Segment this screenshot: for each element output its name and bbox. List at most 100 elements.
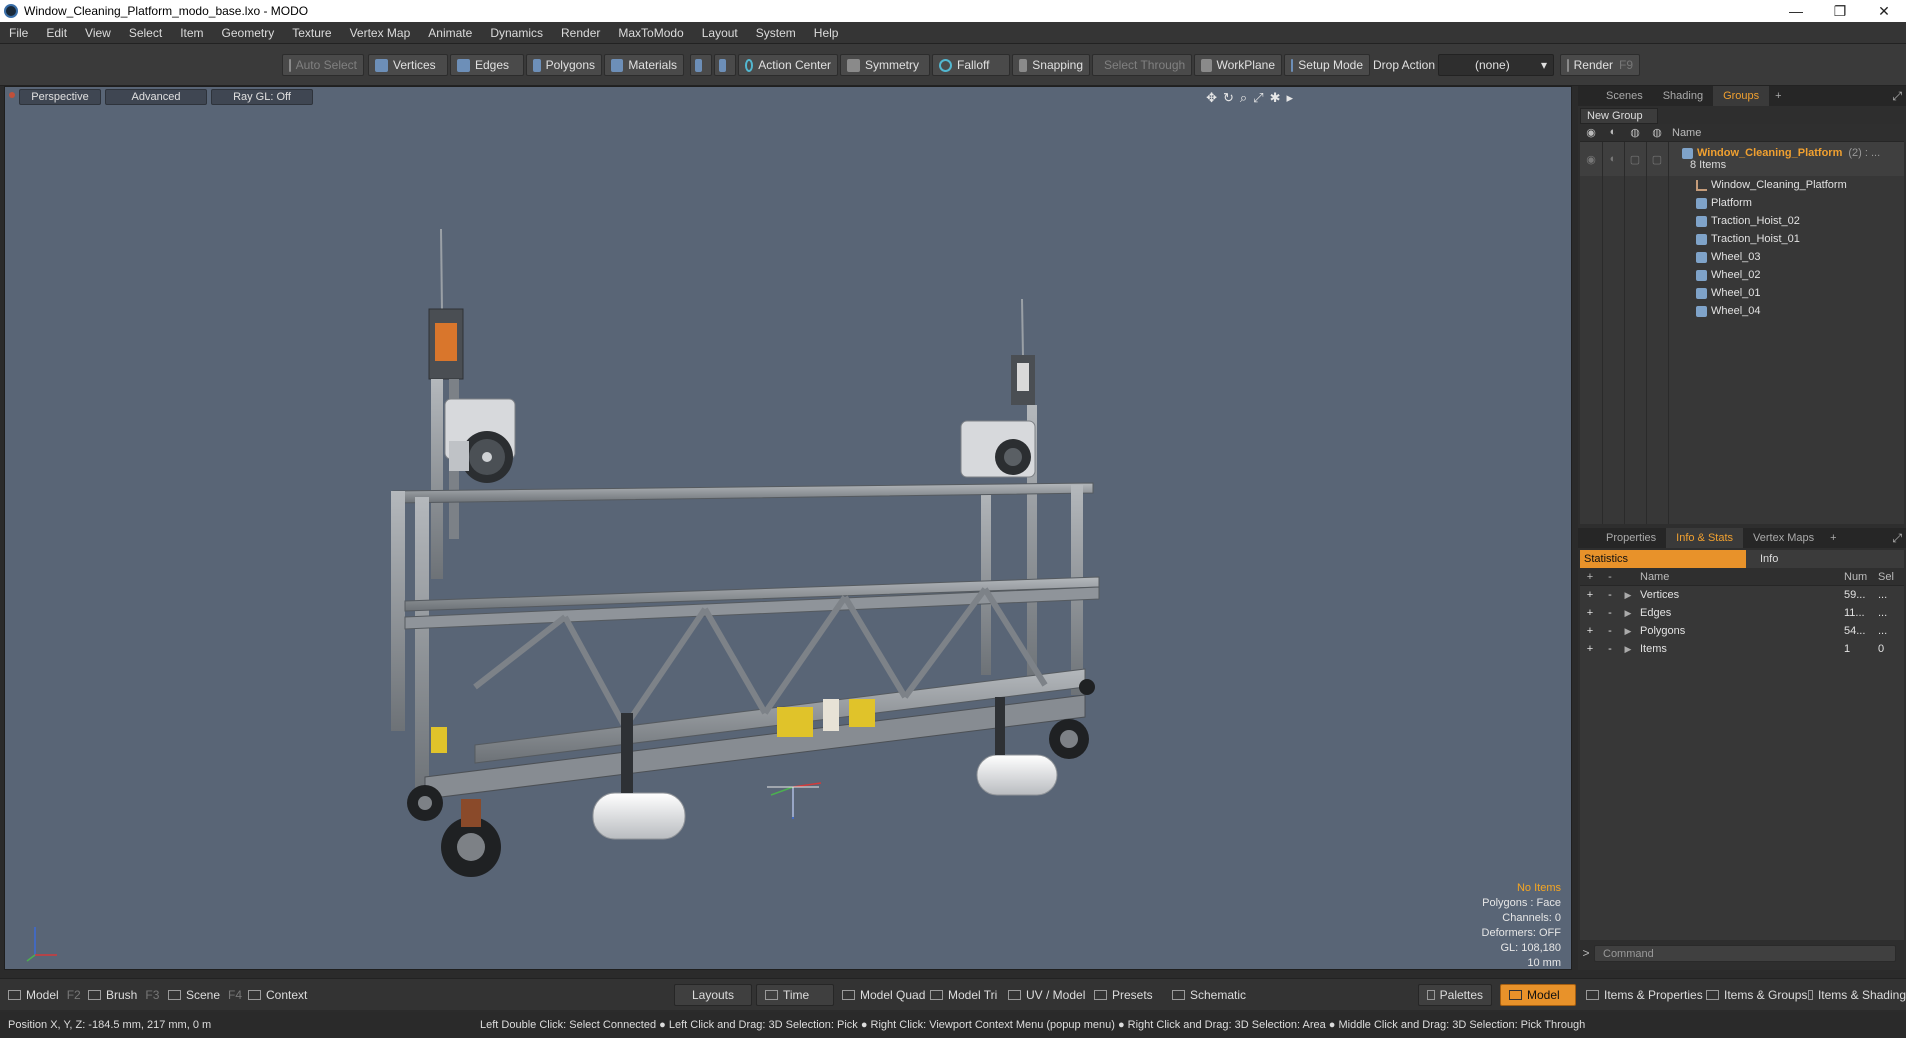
drop-action-select[interactable]: (none) ▾ — [1438, 54, 1554, 76]
command-input[interactable]: Command — [1594, 944, 1896, 962]
menu-select[interactable]: Select — [120, 22, 171, 44]
menu-system[interactable]: System — [747, 22, 805, 44]
expand-panel-icon[interactable]: ⤢ — [1892, 89, 1902, 104]
menu-file[interactable]: File — [0, 22, 37, 44]
tree-item-wheel-02[interactable]: Wheel_02 — [1580, 266, 1904, 284]
add-tab-icon[interactable]: + — [1824, 532, 1842, 544]
tab-model-active[interactable]: Model — [1500, 984, 1576, 1006]
add-icon[interactable]: + — [1580, 589, 1600, 601]
remove-icon[interactable]: - — [1600, 589, 1620, 601]
tree-item-wheel-03[interactable]: Wheel_03 — [1580, 248, 1904, 266]
workplane-button[interactable]: WorkPlane — [1194, 54, 1282, 76]
tree-item-wheel-04[interactable]: Wheel_04 — [1580, 302, 1904, 320]
render-button[interactable]: Render F9 — [1560, 54, 1640, 76]
command-bar: > Command — [1578, 942, 1906, 964]
menu-texture[interactable]: Texture — [283, 22, 340, 44]
expand-all-icon[interactable]: + — [1580, 571, 1600, 583]
tab-brush[interactable]: Brush F3 — [88, 984, 159, 1006]
add-icon[interactable]: + — [1580, 625, 1600, 637]
add-icon[interactable]: + — [1580, 607, 1600, 619]
render-visibility-icon[interactable]: ◐ — [1602, 126, 1624, 139]
setup-mode-button[interactable]: Setup Mode — [1284, 54, 1370, 76]
restore-button[interactable]: ❐ — [1818, 0, 1862, 22]
tab-model-tri[interactable]: Model Tri — [930, 984, 997, 1006]
falloff-button[interactable]: Falloff — [932, 54, 1010, 76]
tab-presets[interactable]: Presets — [1094, 984, 1153, 1006]
select-through-button[interactable]: Select Through — [1092, 54, 1192, 76]
expand-triangle-icon[interactable]: ▶ — [1620, 608, 1636, 619]
select-icon[interactable]: ◍ — [1646, 126, 1668, 139]
materials-button[interactable]: Materials — [604, 54, 684, 76]
menu-dynamics[interactable]: Dynamics — [481, 22, 552, 44]
menu-layout[interactable]: Layout — [693, 22, 747, 44]
action-center-button[interactable]: Action Center — [738, 54, 838, 76]
tab-scenes[interactable]: Scenes — [1596, 86, 1653, 106]
remove-icon[interactable]: - — [1600, 625, 1620, 637]
expand-triangle-icon[interactable]: ▶ — [1620, 644, 1636, 655]
subtab-statistics[interactable]: Statistics — [1580, 550, 1746, 568]
symmetry-button[interactable]: Symmetry — [840, 54, 930, 76]
table-row[interactable]: + - ▶ Vertices 59... ... — [1580, 586, 1904, 604]
menu-edit[interactable]: Edit — [37, 22, 76, 44]
menu-maxtomodo[interactable]: MaxToModo — [609, 22, 692, 44]
tab-groups[interactable]: Groups — [1713, 86, 1770, 106]
mouse-hint: Left Double Click: Select Connected ● Le… — [480, 1019, 1586, 1031]
menu-render[interactable]: Render — [552, 22, 609, 44]
auto-select-button[interactable]: Auto Select — [282, 54, 364, 76]
tab-uv-model[interactable]: UV / Model — [1008, 984, 1085, 1006]
tree-item-traction-hoist-02[interactable]: Traction_Hoist_02 — [1580, 212, 1904, 230]
menu-item[interactable]: Item — [171, 22, 212, 44]
expand-triangle-icon[interactable]: ▶ — [1620, 590, 1636, 601]
tab-model[interactable]: Model F2 — [8, 984, 81, 1006]
table-row[interactable]: + - ▶ Polygons 54... ... — [1580, 622, 1904, 640]
tab-scene[interactable]: Scene F4 — [168, 984, 242, 1006]
new-group-button[interactable]: New Group — [1580, 108, 1658, 124]
status-bar: Position X, Y, Z: -184.5 mm, 217 mm, 0 m… — [0, 1012, 1906, 1038]
close-button[interactable]: ✕ — [1862, 0, 1906, 22]
polygons-button[interactable]: Polygons — [526, 54, 602, 76]
tree-item-platform[interactable]: Platform — [1580, 194, 1904, 212]
snapping-button[interactable]: Snapping — [1012, 54, 1090, 76]
tab-items-shading[interactable]: Items & Shading — [1808, 984, 1906, 1006]
add-icon[interactable]: + — [1580, 643, 1600, 655]
select-mode-button-2[interactable] — [714, 54, 736, 76]
time-button[interactable]: Time — [756, 984, 834, 1006]
edges-button[interactable]: Edges — [450, 54, 524, 76]
table-row[interactable]: + - ▶ Items 1 0 — [1580, 640, 1904, 658]
menu-geometry[interactable]: Geometry — [213, 22, 284, 44]
layouts-button[interactable]: Layouts — [674, 984, 752, 1006]
menu-vertex-map[interactable]: Vertex Map — [341, 22, 420, 44]
menu-view[interactable]: View — [76, 22, 120, 44]
subtab-info[interactable]: Info — [1746, 550, 1904, 568]
tree-item-window-cleaning-platform[interactable]: Window_Cleaning_Platform — [1580, 176, 1904, 194]
add-tab-icon[interactable]: + — [1769, 90, 1787, 102]
expand-triangle-icon[interactable]: ▶ — [1620, 626, 1636, 637]
tree-item-traction-hoist-01[interactable]: Traction_Hoist_01 — [1580, 230, 1904, 248]
remove-icon[interactable]: - — [1600, 643, 1620, 655]
tab-vertex-maps[interactable]: Vertex Maps — [1743, 528, 1824, 548]
group-row[interactable]: ◉ ◐ ▢ ▢ Window_Cleaning_Platform (2) : ... 8… — [1580, 142, 1904, 176]
tab-info-stats[interactable]: Info & Stats — [1666, 528, 1744, 548]
command-history-icon[interactable]: > — [1578, 946, 1594, 960]
tab-model-quad[interactable]: Model Quad — [842, 984, 925, 1006]
minimize-button[interactable]: — — [1774, 0, 1818, 22]
tab-properties[interactable]: Properties — [1596, 528, 1666, 548]
tab-items-properties[interactable]: Items & Properties — [1586, 984, 1703, 1006]
expand-panel-icon[interactable]: ⤢ — [1892, 531, 1902, 546]
tab-shading[interactable]: Shading — [1653, 86, 1713, 106]
menu-animate[interactable]: Animate — [419, 22, 481, 44]
remove-icon[interactable]: - — [1600, 607, 1620, 619]
tab-schematic[interactable]: Schematic — [1172, 984, 1246, 1006]
vertices-button[interactable]: Vertices — [368, 54, 448, 76]
menu-help[interactable]: Help — [805, 22, 848, 44]
lock-icon[interactable]: ◍ — [1624, 126, 1646, 139]
tree-item-wheel-01[interactable]: Wheel_01 — [1580, 284, 1904, 302]
select-mode-button-1[interactable] — [690, 54, 712, 76]
tab-items-groups[interactable]: Items & Groups — [1706, 984, 1807, 1006]
tab-context[interactable]: Context — [248, 984, 307, 1006]
palettes-button[interactable]: Palettes — [1418, 984, 1492, 1006]
visibility-icon[interactable]: ◉ — [1580, 126, 1602, 139]
collapse-all-icon[interactable]: - — [1600, 571, 1620, 583]
table-row[interactable]: + - ▶ Edges 11... ... — [1580, 604, 1904, 622]
3d-viewport[interactable]: Perspective Advanced Ray GL: Off ✥ ↻ ⌕ ⤢… — [4, 86, 1572, 970]
